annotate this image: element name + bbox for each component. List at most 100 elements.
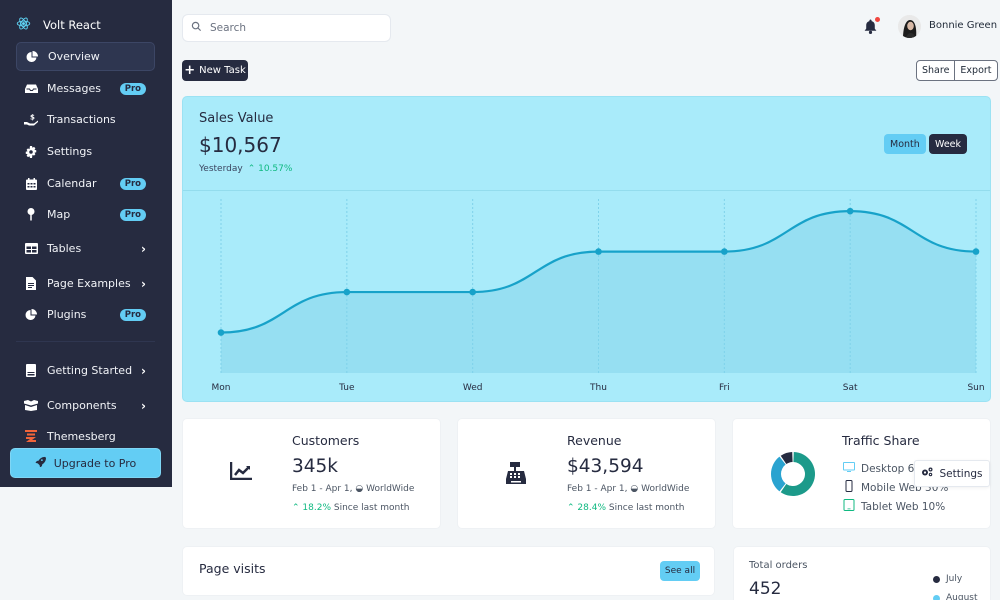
x-tick-label: Sat (843, 383, 858, 393)
traffic-label: Tablet Web 10% (861, 500, 946, 513)
change-percent: 28.4% (577, 503, 606, 513)
table-icon (24, 242, 38, 256)
themesberg-logo-icon (24, 430, 38, 444)
stat-change: ⌃ 28.4% Since last month (567, 503, 684, 513)
donut-slice-mobile (771, 456, 786, 492)
x-tick-label: Mon (212, 383, 231, 393)
chevron-right-icon: › (141, 398, 146, 413)
page-visits-title: Page visits (199, 561, 266, 576)
traffic-item-tablet: Tablet Web 10% (843, 497, 948, 516)
chevron-right-icon: › (141, 276, 146, 291)
react-logo-icon (16, 16, 31, 34)
data-point (217, 329, 225, 336)
legend-item-july: July (933, 574, 962, 584)
data-point (846, 207, 854, 215)
brand-link[interactable]: Volt React (16, 14, 101, 36)
pro-badge: Pro (119, 177, 146, 190)
export-button[interactable]: Export (954, 61, 996, 80)
sidebar-item-messages[interactable]: Messages Pro (16, 74, 155, 103)
sidebar-item-themesberg[interactable]: Themesberg (16, 422, 155, 451)
stat-period: Feb 1 - Apr 1, ◒ WorldWide (567, 484, 689, 494)
sidebar-item-label: Page Examples (47, 277, 131, 290)
stat-title: Customers (292, 433, 360, 448)
traffic-donut-chart (771, 452, 815, 496)
legend-label: August (946, 593, 978, 600)
data-point (972, 248, 980, 255)
sidebar-item-label: Map (47, 208, 71, 221)
globe-icon: ◒ (630, 484, 639, 494)
chevron-up-icon: ⌃ (292, 503, 303, 513)
inbox-icon (24, 82, 38, 96)
pro-badge: Pro (119, 82, 146, 95)
globe-icon: ◒ (355, 484, 364, 494)
traffic-title: Traffic Share (842, 433, 920, 448)
orders-title: Total orders (749, 560, 808, 571)
pro-badge: Pro (119, 208, 146, 221)
avatar[interactable] (898, 15, 921, 38)
stat-change: ⌃ 18.2% Since last month (292, 503, 409, 513)
stat-period: Feb 1 - Apr 1, ◒ WorldWide (292, 484, 414, 494)
brand-name: Volt React (43, 18, 101, 32)
sidebar-divider (16, 341, 155, 342)
region-text: WorldWide (366, 484, 415, 494)
see-all-button[interactable]: See all (660, 561, 700, 581)
new-task-button[interactable]: + New Task (182, 60, 248, 81)
cash-register-icon (505, 462, 529, 486)
sidebar-item-label: Transactions (47, 113, 116, 126)
orders-value: 452 (749, 579, 782, 599)
sales-period: Yesterday (199, 164, 243, 174)
tablet-icon (843, 499, 855, 514)
file-icon (24, 277, 38, 291)
sidebar-item-settings[interactable]: Settings (16, 137, 155, 166)
plus-icon: + (184, 63, 196, 78)
sales-value: $10,567 (199, 133, 282, 157)
customers-card: Customers 345k Feb 1 - Apr 1, ◒ WorldWid… (182, 418, 441, 529)
chevron-right-icon: › (141, 363, 146, 378)
svg-text:$: $ (30, 114, 35, 122)
change-suffix: Since last month (608, 503, 685, 513)
stat-value: $43,594 (567, 456, 644, 477)
desktop-icon (843, 461, 855, 476)
chart-line-icon (229, 462, 254, 486)
legend-label: July (946, 574, 963, 584)
sidebar-item-label: Calendar (47, 177, 97, 190)
search-box (182, 14, 391, 42)
search-input[interactable] (210, 22, 380, 34)
chevron-up-icon: ⌃ (247, 164, 259, 174)
sidebar-item-calendar[interactable]: Calendar Pro (16, 169, 155, 198)
share-button[interactable]: Share (917, 61, 954, 80)
chevron-right-icon: › (141, 241, 146, 256)
settings-popup-button[interactable]: Settings (914, 460, 990, 487)
data-point (721, 248, 728, 255)
legend-swatch (933, 575, 940, 583)
sidebar-item-label: Getting Started (47, 364, 133, 377)
sidebar-item-label: Settings (47, 145, 93, 158)
sidebar-item-page-examples[interactable]: Page Examples › (16, 269, 155, 298)
change-percent: 18.2% (302, 503, 331, 513)
x-tick-label: Wed (463, 383, 483, 393)
user-name[interactable]: Bonnie Green (929, 20, 997, 31)
search-icon (191, 21, 202, 35)
sidebar-item-label: Messages (47, 82, 101, 95)
stat-title: Revenue (567, 433, 622, 448)
sidebar: Volt React Overview Messages Pro $ Trans… (0, 0, 172, 487)
sidebar-item-label: Overview (48, 50, 100, 63)
rocket-icon (35, 456, 46, 470)
revenue-card: Revenue $43,594 Feb 1 - Apr 1, ◒ WorldWi… (457, 418, 716, 529)
sidebar-item-components[interactable]: Components › (16, 391, 155, 420)
sidebar-item-tables[interactable]: Tables › (16, 234, 155, 263)
sidebar-item-getting-started[interactable]: Getting Started › (16, 356, 155, 385)
week-toggle[interactable]: Week (929, 134, 968, 154)
sidebar-item-overview[interactable]: Overview (16, 42, 155, 71)
notifications-button[interactable] (864, 17, 880, 35)
upgrade-to-pro-button[interactable]: Upgrade to Pro (10, 448, 161, 478)
sidebar-item-transactions[interactable]: $ Transactions (16, 105, 155, 134)
sidebar-item-label: Tables (47, 242, 82, 255)
month-toggle[interactable]: Month (884, 134, 926, 154)
sidebar-item-label: Plugins (47, 308, 87, 321)
sidebar-item-map[interactable]: Map Pro (16, 200, 155, 229)
sales-chart: Mon Tue Wed Thu Fri Sat Sun (212, 199, 985, 393)
chevron-up-icon: ⌃ (567, 503, 578, 513)
sidebar-item-plugins[interactable]: Plugins Pro (16, 300, 155, 329)
chart-pie-icon (24, 308, 38, 322)
